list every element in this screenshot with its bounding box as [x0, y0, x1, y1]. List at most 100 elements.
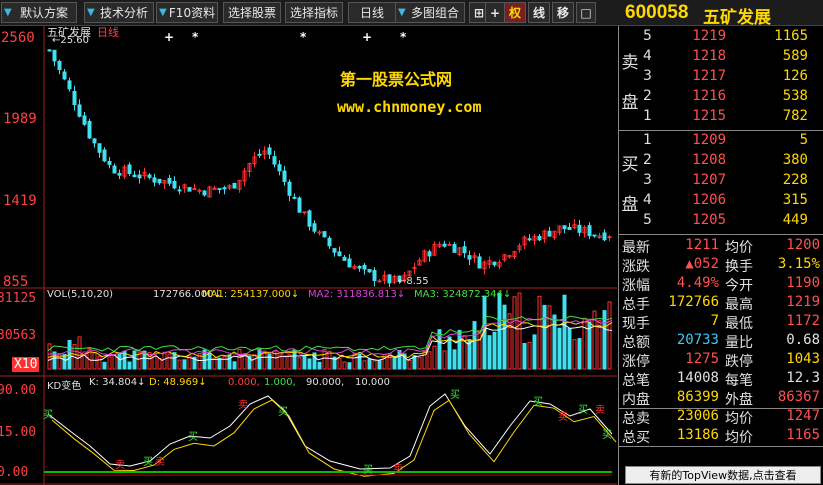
- stat-row: 总额 20733 量比 0.68: [619, 332, 823, 351]
- kline-candle: [197, 189, 202, 192]
- volume-bar: [167, 353, 172, 370]
- sell-row-3[interactable]: 3 1217 126: [619, 68, 823, 88]
- sell-row-4[interactable]: 4 1218 589: [619, 48, 823, 68]
- topview-notice-button[interactable]: 有新的TopView数据,点击查看: [625, 466, 821, 484]
- select-indicator-button[interactable]: 选择指标: [285, 2, 343, 23]
- volume-bar: [417, 357, 422, 370]
- volume-bar: [547, 305, 552, 370]
- watermark-title: 第一股票公式网: [340, 70, 453, 89]
- sell-price: 1216: [692, 88, 726, 104]
- volume-bar: [517, 292, 522, 370]
- stat-label: 最新: [622, 240, 650, 256]
- volume-bar: [477, 330, 482, 370]
- vol-ytick-1: 31125: [0, 291, 37, 306]
- kline-candle: [137, 174, 142, 179]
- volume-bar: [442, 350, 447, 370]
- orderbook-separator: [619, 130, 823, 131]
- volume-bar: [287, 354, 292, 370]
- chart-canvas[interactable]: 买卖买卖买卖买买 卖买买卖买 卖买: [0, 26, 617, 485]
- kline-candle: [187, 187, 192, 192]
- stat-value: 13186: [676, 427, 719, 443]
- volume-bar: [322, 349, 327, 370]
- buy-row-4[interactable]: 4 1206 315: [619, 192, 823, 212]
- kline-candle: [222, 187, 227, 190]
- buy-row-2[interactable]: 2 1208 380: [619, 152, 823, 172]
- stock-header: 600058 五矿发展: [617, 2, 823, 28]
- stat-label: 最高: [725, 297, 753, 313]
- volume-bar: [117, 352, 122, 370]
- buy-price: 1209: [692, 132, 726, 148]
- kline-candle: [527, 238, 532, 241]
- sell-level: 3: [643, 68, 652, 84]
- stock-name: 五矿发展: [703, 8, 771, 28]
- stat-value: 86399: [676, 389, 719, 405]
- volume-bar: [302, 354, 307, 370]
- buy-volume: 228: [782, 172, 808, 188]
- kline-candle: [342, 256, 347, 261]
- sell-price: 1217: [692, 68, 726, 84]
- kd-line: [47, 393, 613, 470]
- period-button[interactable]: 日线: [348, 2, 396, 23]
- stat-value: 86367: [777, 389, 820, 405]
- stat-row: 涨停 1275 跌停 1043: [619, 351, 823, 370]
- stat-label: 均价: [725, 240, 753, 256]
- volume-bar: [337, 358, 342, 370]
- volume-bar: [512, 296, 517, 370]
- sell-row-2[interactable]: 2 1216 538: [619, 88, 823, 108]
- kline-candle: [427, 251, 432, 257]
- volume-bar: [372, 360, 377, 370]
- scheme-dropdown[interactable]: 默认方案: [1, 2, 77, 23]
- sell-row-1[interactable]: 1 1215 782: [619, 108, 823, 128]
- buy-row-5[interactable]: 5 1205 449: [619, 212, 823, 232]
- line-button[interactable]: 线: [528, 2, 550, 23]
- move-button[interactable]: 移: [552, 2, 574, 23]
- volume-bar: [252, 354, 257, 370]
- stat-value: 172766: [668, 294, 719, 310]
- vol-ytick-3: X10: [12, 357, 40, 372]
- stat-value: 20733: [676, 332, 719, 348]
- f10-dropdown[interactable]: F10资料: [156, 2, 218, 23]
- kline-candle: [452, 244, 457, 253]
- volume-bar: [367, 358, 372, 370]
- sell-row-5[interactable]: 5 1219 1165: [619, 28, 823, 48]
- select-stock-button[interactable]: 选择股票: [223, 2, 281, 23]
- stat-label: 现手: [622, 316, 650, 332]
- buy-price: 1205: [692, 212, 726, 228]
- volume-bar: [352, 353, 357, 370]
- chart-area[interactable]: 买卖买卖买卖买买卖买买卖买卖买 五矿发展 日线 ←25.60 ←8.55 + *…: [0, 26, 617, 485]
- kline-candle: [602, 232, 607, 241]
- kline-candle: [562, 225, 567, 230]
- stat-row: 内盘 86399 外盘 86367: [619, 389, 823, 408]
- kline-candle: [547, 230, 552, 237]
- volume-bar: [227, 354, 232, 370]
- kline-candle: [167, 177, 172, 184]
- kline-candle: [492, 261, 497, 266]
- low-price-label: ←8.55: [398, 276, 429, 287]
- kline-candle: [477, 256, 482, 269]
- multi-chart-dropdown[interactable]: 多图组合: [395, 2, 465, 23]
- buy-row-3[interactable]: 3 1207 228: [619, 172, 823, 192]
- kline-candle: [107, 160, 112, 165]
- window-icon[interactable]: □: [576, 2, 596, 23]
- stat-label: 外盘: [725, 392, 753, 408]
- buy-row-1[interactable]: 1 1209 5: [619, 132, 823, 152]
- stat-value: 23006: [676, 408, 719, 424]
- crosshair-icon[interactable]: +: [485, 2, 505, 23]
- kline-candle: [347, 258, 352, 268]
- stat-label: 跌停: [725, 354, 753, 370]
- rights-button[interactable]: 权: [504, 2, 526, 23]
- volume-bar: [452, 349, 457, 370]
- volume-bar: [317, 361, 322, 370]
- vol-ma3: MA3: 324872.344↓: [414, 289, 512, 300]
- kline-series: [47, 49, 612, 288]
- stat-row: 涨跌 ▲052 换手 3.15%: [619, 256, 823, 275]
- tech-analysis-dropdown[interactable]: 技术分析: [84, 2, 154, 23]
- vol-ma2: MA2: 311836.813↓: [308, 289, 406, 300]
- volume-bar: [472, 321, 477, 370]
- quote-panel: 卖 盘 5 1219 1165 4 1218 589 3 1217 126 2 1216 538…: [618, 26, 823, 485]
- kline-candle: [192, 188, 197, 191]
- sell-signal: 卖: [558, 411, 568, 423]
- kline-candle: [372, 269, 377, 282]
- volume-bar: [502, 304, 507, 370]
- volume-bar: [132, 350, 137, 370]
